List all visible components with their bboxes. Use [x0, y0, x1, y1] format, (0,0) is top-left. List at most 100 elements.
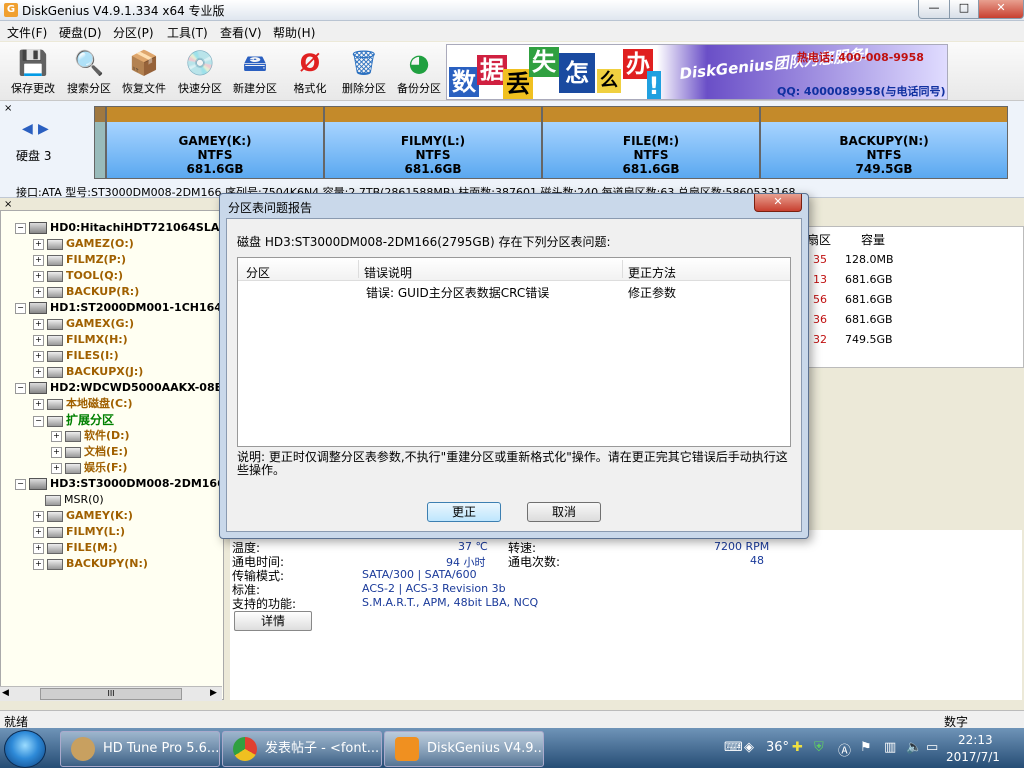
- tree-partition-node[interactable]: + BACKUPY(N:): [33, 557, 148, 571]
- menu-partition[interactable]: 分区(P): [113, 24, 154, 41]
- collapse-icon[interactable]: −: [15, 302, 26, 314]
- quick-partition-button[interactable]: 💿 快速分区: [173, 46, 227, 98]
- expand-icon[interactable]: +: [33, 526, 44, 538]
- column-header-size[interactable]: 容量: [861, 231, 885, 248]
- menu-tools[interactable]: 工具(T): [167, 24, 208, 41]
- tray-app-icon[interactable]: ◈: [744, 740, 754, 755]
- expand-icon[interactable]: +: [51, 446, 62, 458]
- partition-block[interactable]: FILMY(L:) NTFS 681.6GB: [325, 107, 541, 178]
- tree-partition-node[interactable]: + BACKUP(R:): [33, 285, 139, 299]
- maximize-button[interactable]: □: [949, 0, 979, 19]
- tree-close-icon[interactable]: ×: [4, 199, 12, 210]
- clock-date[interactable]: 2017/7/1: [946, 750, 1000, 764]
- tray-window-icon[interactable]: ▭: [926, 740, 938, 755]
- expand-icon[interactable]: +: [51, 430, 62, 442]
- clock-time[interactable]: 22:13: [958, 733, 993, 747]
- tree-partition-node[interactable]: MSR(0): [33, 493, 104, 507]
- taskbar-hdtune[interactable]: HD Tune Pro 5.6...: [60, 731, 220, 767]
- start-button[interactable]: [4, 730, 46, 768]
- expand-icon[interactable]: +: [33, 254, 44, 266]
- format-button[interactable]: Ø 格式化: [283, 46, 337, 98]
- problem-fix-cell[interactable]: 修正参数: [628, 284, 676, 301]
- tree-partition-node[interactable]: + FILMX(H:): [33, 333, 128, 347]
- tree-partition-node[interactable]: + FILMY(L:): [33, 525, 125, 539]
- tree-partition-node[interactable]: + 软件(D:): [51, 429, 130, 443]
- menu-view[interactable]: 查看(V): [220, 24, 262, 41]
- taskbar-diskgenius[interactable]: DiskGenius V4.9...: [384, 731, 544, 767]
- flag-icon[interactable]: ⚑: [860, 740, 872, 755]
- tree-disk-node[interactable]: − HD0:HitachiHDT721064SLA360(596GB): [15, 221, 223, 235]
- scroll-left-icon[interactable]: ◀: [2, 688, 9, 698]
- collapse-icon[interactable]: −: [15, 222, 26, 234]
- partition-block[interactable]: BACKUPY(N:) NTFS 749.5GB: [761, 107, 1007, 178]
- backup-partition-button[interactable]: ◕ 备份分区: [392, 46, 446, 98]
- menu-disk[interactable]: 硬盘(D): [59, 24, 102, 41]
- tree-partition-node[interactable]: + 本地磁盘(C:): [33, 397, 133, 411]
- expand-icon[interactable]: +: [33, 510, 44, 522]
- collapse-icon[interactable]: −: [33, 415, 44, 427]
- security-shield-icon[interactable]: ⛨: [814, 740, 824, 755]
- collapse-icon[interactable]: −: [15, 478, 26, 490]
- tree-partition-node[interactable]: + GAMEY(K:): [33, 509, 133, 523]
- tree-disk-node[interactable]: − HD3:ST3000DM008-2DM166(2795GB): [15, 477, 223, 491]
- tree-partition-node[interactable]: + GAMEX(G:): [33, 317, 134, 331]
- column-header-fix[interactable]: 更正方法: [628, 264, 676, 281]
- network-icon[interactable]: ▥: [884, 740, 896, 755]
- msr-partition-block[interactable]: [95, 107, 105, 178]
- scroll-right-icon[interactable]: ▶: [210, 688, 217, 698]
- tree-partition-node[interactable]: + FILES(I:): [33, 349, 119, 363]
- tree-partition-node[interactable]: + FILE(M:): [33, 541, 118, 555]
- expand-icon[interactable]: +: [33, 398, 44, 410]
- fix-button[interactable]: 更正: [427, 502, 501, 522]
- problem-error-cell[interactable]: 错误: GUID主分区表数据CRC错误: [366, 284, 549, 301]
- tree-partition-node[interactable]: + FILMZ(P:): [33, 253, 126, 267]
- taskbar-chrome[interactable]: 发表帖子 - <font...: [222, 731, 382, 767]
- next-disk-icon[interactable]: ▶: [38, 121, 49, 137]
- tree-partition-node[interactable]: + GAMEZ(O:): [33, 237, 134, 251]
- delete-partition-button[interactable]: 🗑 删除分区: [337, 46, 391, 98]
- volume-icon[interactable]: 🔈: [906, 740, 922, 755]
- expand-icon[interactable]: +: [33, 318, 44, 330]
- collapse-icon[interactable]: −: [15, 382, 26, 394]
- expand-icon[interactable]: +: [33, 334, 44, 346]
- support-banner[interactable]: 数 据 丢 失 怎 么 办 ! DiskGenius团队为您服务! 热电话: 4…: [446, 44, 948, 100]
- save-changes-button[interactable]: 💾 保存更改: [6, 46, 60, 98]
- column-header-sector[interactable]: 扇区: [807, 231, 831, 248]
- tree-partition-node[interactable]: + TOOL(Q:): [33, 269, 123, 283]
- tree-partition-node[interactable]: + 文档(E:): [51, 445, 128, 459]
- menu-file[interactable]: 文件(F): [7, 24, 47, 41]
- tray-a-icon[interactable]: Ⓐ: [838, 740, 851, 759]
- partition-block[interactable]: GAMEY(K:) NTFS 681.6GB: [107, 107, 323, 178]
- expand-icon[interactable]: +: [33, 558, 44, 570]
- close-button[interactable]: ✕: [978, 0, 1024, 19]
- expand-icon[interactable]: +: [33, 286, 44, 298]
- tree-horizontal-scrollbar[interactable]: ◀ III ▶: [0, 686, 222, 701]
- menu-help[interactable]: 帮助(H): [273, 24, 315, 41]
- expand-icon[interactable]: +: [33, 366, 44, 378]
- expand-icon[interactable]: +: [33, 350, 44, 362]
- column-header-partition[interactable]: 分区: [246, 264, 270, 281]
- tree-disk-node[interactable]: − HD2:WDCWD5000AAKX-08ERMA0(466GB): [15, 381, 223, 395]
- cancel-button[interactable]: 取消: [527, 502, 601, 522]
- search-partition-button[interactable]: 🔍 搜索分区: [62, 46, 116, 98]
- new-partition-button[interactable]: 🖴 新建分区: [228, 46, 282, 98]
- details-button[interactable]: 详情: [234, 611, 312, 631]
- expand-icon[interactable]: +: [51, 462, 62, 474]
- tree-partition-node[interactable]: + 娱乐(F:): [51, 461, 127, 475]
- recover-files-button[interactable]: 📦 恢复文件: [117, 46, 171, 98]
- partition-block[interactable]: FILE(M:) NTFS 681.6GB: [543, 107, 759, 178]
- column-header-error[interactable]: 错误说明: [364, 264, 412, 281]
- expand-icon[interactable]: +: [33, 542, 44, 554]
- tree-disk-node[interactable]: − HD1:ST2000DM001-1CH164(1863GB): [15, 301, 223, 315]
- prev-disk-icon[interactable]: ◀: [22, 121, 33, 137]
- keyboard-icon[interactable]: ⌨: [724, 740, 743, 755]
- add-icon[interactable]: ✚: [792, 740, 803, 755]
- dialog-close-button[interactable]: ✕: [754, 194, 802, 212]
- scroll-thumb[interactable]: III: [40, 688, 182, 700]
- tree-partition-node[interactable]: − 扩展分区: [33, 413, 114, 427]
- expand-icon[interactable]: +: [33, 238, 44, 250]
- expand-icon[interactable]: +: [33, 270, 44, 282]
- disk-panel-close-icon[interactable]: ×: [4, 103, 12, 114]
- tree-partition-node[interactable]: + BACKUPX(J:): [33, 365, 143, 379]
- minimize-button[interactable]: —: [918, 0, 950, 19]
